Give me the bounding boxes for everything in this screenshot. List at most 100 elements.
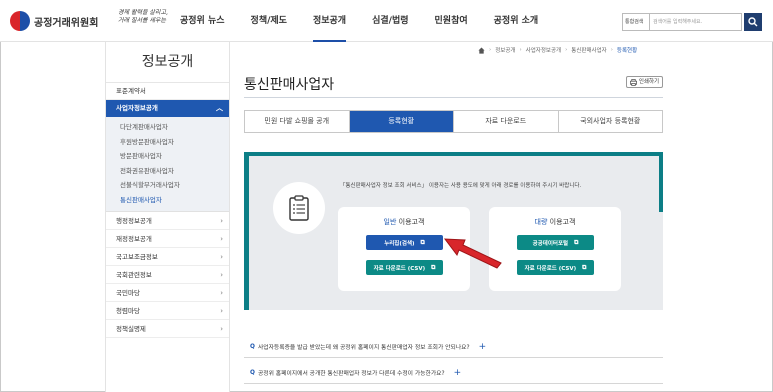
chevron-right-icon: › [220,235,223,243]
nav-news[interactable]: 공정위 뉴스 [180,0,225,42]
general-card-title-highlight: 일반 [383,218,397,226]
submenu-item-sponsored[interactable]: 후원방문판매사업자 [106,135,229,150]
box-accent-left [244,152,249,310]
search-q-icon: Q [250,343,255,350]
chevron-right-icon: › [220,253,223,261]
general-csv-download-button[interactable]: 자료 다운로드 (CSV) ⧉ [366,260,443,275]
chevron-right-icon: › [220,289,223,297]
copy-link-icon: ⧉ [574,238,579,246]
print-button[interactable]: 인쇄하기 [626,76,663,88]
public-data-portal-label: 공공데이터포털 [532,240,569,247]
chevron-right-icon: › [220,217,223,225]
breadcrumb-current: 등록현황 [616,48,638,54]
box-accent-right [659,152,663,212]
sidebar-item-label: 재정정보공개 [116,235,152,243]
sidebar-title: 정보공개 [141,54,194,70]
home-icon[interactable] [478,46,485,54]
tab-complaint-malls[interactable]: 민원 다발 쇼핑몰 공개 [245,111,350,132]
chevron-right-icon: › [220,325,223,333]
faq-item[interactable]: Q 사업자등록증을 발급 받았는데 왜 공정위 홈페이지 통신판매업자 정보 조… [244,336,663,358]
copy-link-icon: ⧉ [431,263,436,271]
chevron-up-icon: ︿ [216,104,223,112]
taegeuk-logo-icon [10,11,30,31]
plus-icon[interactable]: + [454,368,462,378]
nav-civil[interactable]: 민원참여 [435,0,468,42]
sidebar-item-label: 정책실명제 [116,325,146,333]
general-card-title-rest: 이용고객 [396,218,425,226]
sidebar-item-assembly-info[interactable]: 국회관련정보 › [106,266,229,284]
plus-icon[interactable]: + [479,342,487,352]
clipboard-icon-circle [273,182,325,234]
breadcrumb-separator: › [565,47,568,53]
nav-policy[interactable]: 정책/제도 [251,0,287,42]
breadcrumb-item[interactable]: 통신판매사업자 [571,46,606,54]
sidebar-item-label: 행정정보공개 [116,217,152,225]
submenu-item-mail-order[interactable]: 통신판매사업자 [106,193,229,208]
nav-about[interactable]: 공정위 소개 [494,0,539,42]
sidebar: 정보공개 표준계약서 사업자정보공개 ︿ 다단계판매사업자 후원방문판매사업자 … [105,42,230,392]
page-title: 통신판매사업자 [244,77,335,93]
bulk-user-card: 대량 이용고객 공공데이터포털 ⧉ 자료 다운로드 (CSV) ⧉ [489,207,621,291]
breadcrumb-separator: › [610,47,613,53]
sidebar-item-business-info[interactable]: 사업자정보공개 ︿ [106,100,229,117]
website-search-label: 누리집(검색) [384,240,415,247]
chevron-right-icon: › [220,307,223,315]
bulk-csv-download-button[interactable]: 자료 다운로드 (CSV) ⧉ [517,260,594,275]
tab-registration-status[interactable]: 등록현황 [349,111,454,132]
bulk-card-title-highlight: 대량 [534,218,548,226]
slogan-line-2: 거래 질서를 세우는 [118,17,166,24]
box-accent-top [244,152,663,156]
slogan: 경제 활력을 살리고, 거래 질서를 세우는 [118,9,170,35]
search-scope-select[interactable]: 통합검색 [622,13,650,31]
breadcrumb: › 정보공개 › 사업자정보공개 › 통신판매사업자 › 등록현황 [478,44,637,56]
breadcrumb-item[interactable]: 사업자정보공개 [526,46,561,54]
nav-rulings[interactable]: 심결/법령 [372,0,408,42]
breadcrumb-separator: › [519,47,522,53]
submenu-item-prepaid[interactable]: 선불식할부거래사업자 [106,178,229,193]
slogan-line-1: 경제 활력을 살리고, [118,9,168,16]
sidebar-item-standard-contract[interactable]: 표준계약서 [106,83,229,100]
nav-info-disclosure[interactable]: 정보공개 [312,0,347,42]
content-tabs: 민원 다발 쇼핑몰 공개 등록현황 자료 다운로드 국외사업자 등록현황 [244,110,663,133]
sidebar-item-label: 국회관련정보 [116,271,152,279]
logo-text: 공정거래위원회 [34,17,99,29]
usage-intro-text: 「통신판매사업자 정보 조회 서비스」 이용자는 사용 용도에 맞게 아래 경로… [340,183,582,189]
red-arrow-pointer [443,238,502,269]
faq-item[interactable]: Q 공정위 홈페이지에서 공개한 통신판매업자 정보가 다른데 수정이 가능한가… [244,362,663,384]
general-card-title: 일반 이용고객 [338,217,470,227]
tab-foreign-registration[interactable]: 국외사업자 등록현황 [558,111,662,132]
search-button[interactable] [744,13,762,31]
submenu-item-door-to-door[interactable]: 방문판매사업자 [106,149,229,164]
bulk-card-title: 대량 이용고객 [489,217,621,227]
bulk-card-title-rest: 이용고객 [547,218,576,226]
sidebar-item-policy-realname[interactable]: 정책실명제 › [106,320,229,338]
site-logo[interactable]: 공정거래위원회 [10,11,98,31]
search-q-icon: Q [250,369,255,376]
sidebar-submenu: 다단계판매사업자 후원방문판매사업자 방문판매사업자 전화권유판매사업자 선불식… [106,117,229,212]
sidebar-item-label: 사업자정보공개 [116,104,158,112]
print-label: 인쇄하기 [638,79,660,85]
search-icon [748,17,758,27]
search-bar: 통합검색 검색어를 입력해주세요. [622,13,762,31]
faq-question: 공정위 홈페이지에서 공개한 통신판매업자 정보가 다른데 수정이 가능한가요? [257,371,445,377]
title-divider [244,97,663,98]
sidebar-item-finance-info[interactable]: 재정정보공개 › [106,230,229,248]
sidebar-item-subsidy-info[interactable]: 국고보조금정보 › [106,248,229,266]
tab-data-download[interactable]: 자료 다운로드 [454,111,559,132]
usage-guide-box: 「통신판매사업자 정보 조회 서비스」 이용자는 사용 용도에 맞게 아래 경로… [244,152,663,310]
submenu-item-multilevel[interactable]: 다단계판매사업자 [106,120,229,135]
sidebar-item-integrity[interactable]: 청렴마당 › [106,302,229,320]
breadcrumb-item[interactable]: 정보공개 [495,46,515,54]
sidebar-item-citizens[interactable]: 국민마당 › [106,284,229,302]
submenu-item-telemarketing[interactable]: 전화권유판매사업자 [106,164,229,179]
faq-question: 사업자등록증을 발급 받았는데 왜 공정위 홈페이지 통신판매업자 정보 조회가… [257,345,470,351]
search-input[interactable]: 검색어를 입력해주세요. [650,13,742,31]
sidebar-item-admin-info[interactable]: 행정정보공개 › [106,212,229,230]
sidebar-item-label: 국고보조금정보 [116,253,158,261]
sidebar-item-label: 국민마당 [116,289,140,297]
copy-link-icon: ⧉ [420,238,425,246]
public-data-portal-button[interactable]: 공공데이터포털 ⧉ [517,235,594,250]
sidebar-item-label: 청렴마당 [116,307,140,315]
website-search-button[interactable]: 누리집(검색) ⧉ [366,235,443,250]
bulk-csv-label: 자료 다운로드 (CSV) [524,265,577,272]
